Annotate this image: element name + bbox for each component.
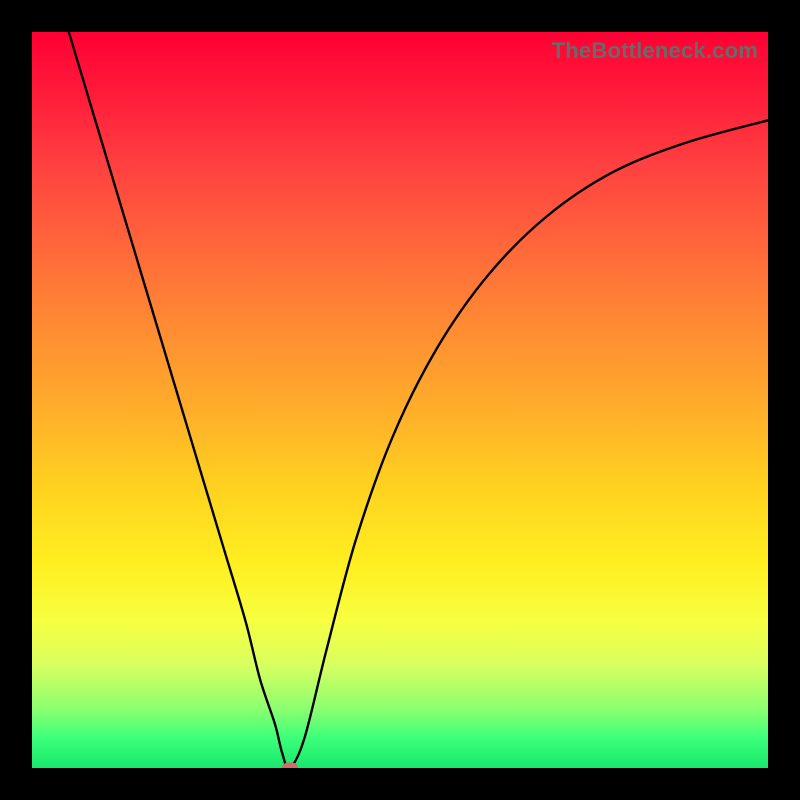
- plot-area: TheBottleneck.com: [32, 32, 768, 768]
- watermark: TheBottleneck.com: [552, 38, 758, 64]
- optimum-marker: [282, 763, 298, 769]
- curve-svg: [32, 32, 768, 768]
- bottleneck-curve-path: [69, 32, 768, 768]
- chart-frame: TheBottleneck.com: [0, 0, 800, 800]
